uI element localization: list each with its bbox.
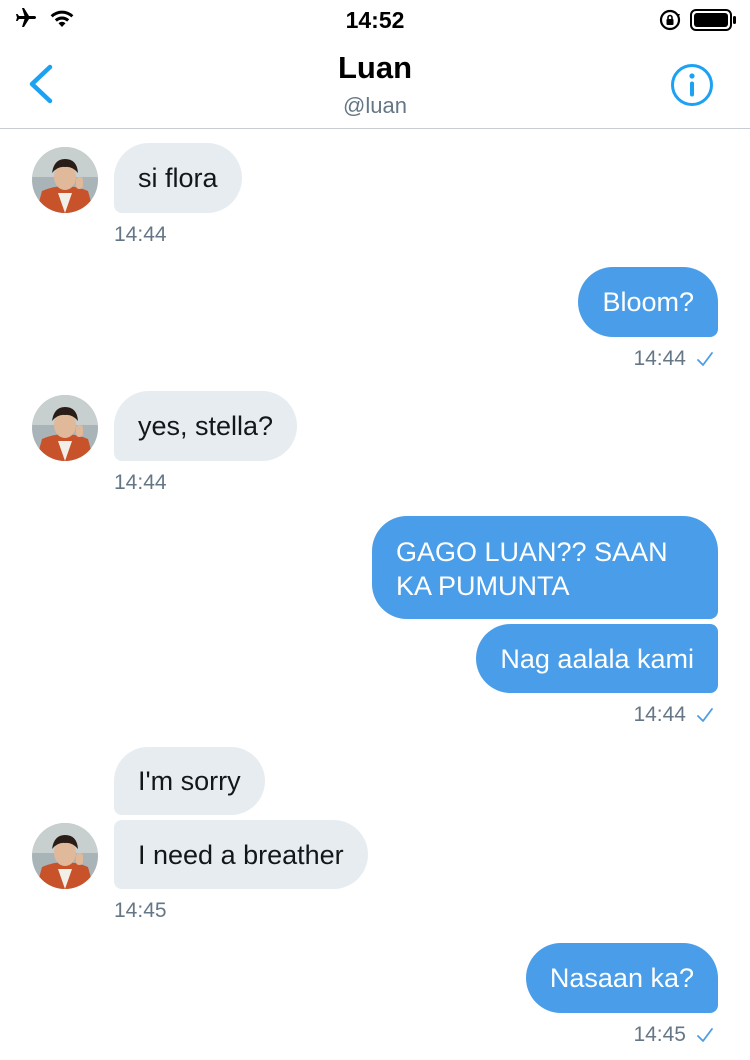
conversation-name[interactable]: Luan xyxy=(0,50,750,86)
message-bubble-sent[interactable]: Bloom? xyxy=(578,267,718,337)
checkmark-icon xyxy=(697,352,713,366)
avatar[interactable] xyxy=(32,823,98,889)
conversation-header: Luan @luan xyxy=(0,40,750,129)
message-text: I need a breather xyxy=(138,839,344,870)
message-text: I'm sorry xyxy=(138,766,241,796)
avatar[interactable] xyxy=(32,147,98,213)
checkmark-icon xyxy=(697,1028,713,1042)
message-text: si flora xyxy=(138,163,218,193)
info-icon xyxy=(671,64,713,106)
status-time: 14:52 xyxy=(345,7,405,33)
message-timestamp: 14:45 xyxy=(114,899,167,922)
message-bubble-received[interactable]: si flora xyxy=(114,143,242,213)
message-bubble-sent[interactable]: GAGO LUAN?? SAAN KA PUMUNTA xyxy=(372,516,718,619)
message-bubble-sent[interactable]: Nag aalala kami xyxy=(476,624,718,693)
message-text: GAGO LUAN?? SAAN KA PUMUNTA xyxy=(396,537,668,601)
avatar[interactable] xyxy=(32,395,98,461)
battery-icon xyxy=(690,9,736,31)
message-bubble-received[interactable]: I'm sorry xyxy=(114,747,265,815)
conversation-handle: @luan xyxy=(343,93,407,118)
message-timestamp: 14:44 xyxy=(114,471,167,494)
rotation-lock-icon xyxy=(659,9,681,31)
status-bar: 14:52 xyxy=(0,0,750,40)
message-timestamp: 14:44 xyxy=(633,703,714,727)
message-text: Nasaan ka? xyxy=(549,963,694,993)
message-bubble-received[interactable]: yes, stella? xyxy=(114,391,298,461)
message-bubble-received[interactable]: I need a breather xyxy=(114,820,368,889)
message-text: yes, stella? xyxy=(138,411,274,441)
message-bubble-sent[interactable]: Nasaan ka? xyxy=(525,943,718,1013)
message-timestamp: 14:44 xyxy=(114,223,167,246)
checkmark-icon xyxy=(697,708,713,722)
message-timestamp: 14:44 xyxy=(633,347,714,371)
message-timestamp: 14:45 xyxy=(633,1023,714,1047)
message-text: Nag aalala kami xyxy=(500,643,694,674)
message-text: Bloom? xyxy=(602,287,694,317)
status-right xyxy=(658,8,738,32)
info-button[interactable] xyxy=(670,63,714,107)
